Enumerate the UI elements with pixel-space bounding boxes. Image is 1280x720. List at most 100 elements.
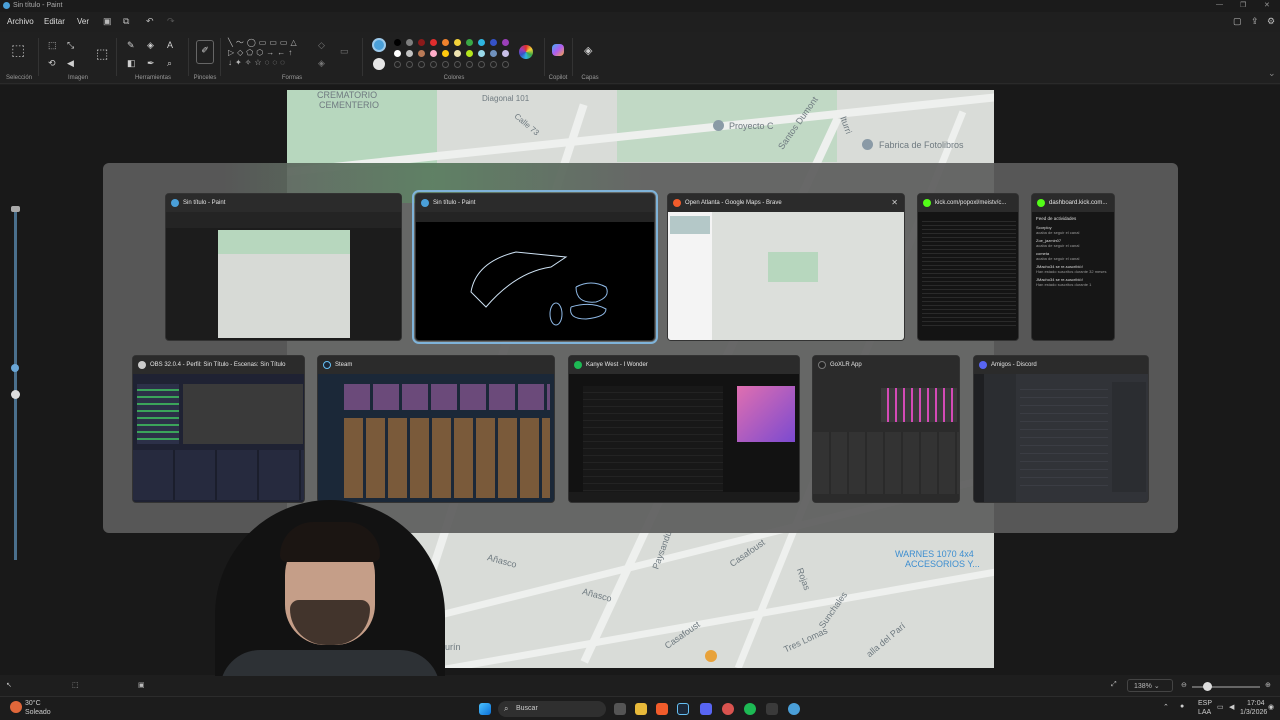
shapes-gallery[interactable]: ╲〜◯▭▭▭△ ▷◇⬠⬡→←↑ ↓✦✧☆◌◌◌ <box>228 38 312 70</box>
window-thumbnail[interactable]: Amigos - Discord <box>973 355 1149 503</box>
swatch-lime[interactable] <box>466 50 473 57</box>
primary-color-icon[interactable] <box>372 38 386 52</box>
spotify-taskbar-icon[interactable] <box>744 703 756 715</box>
ribbon-collapse-icon[interactable]: ⌄ <box>1268 68 1276 79</box>
window-thumbnail[interactable]: dashboard.kick.com... Feed de actividade… <box>1031 193 1115 341</box>
custom-swatch[interactable] <box>466 61 473 68</box>
swatch-blue[interactable] <box>490 39 497 46</box>
custom-swatch[interactable] <box>478 61 485 68</box>
window-thumbnail[interactable]: Sin título - Paint <box>165 193 402 341</box>
close-icon[interactable]: ✕ <box>1264 1 1270 9</box>
layers-icon[interactable]: ◈ <box>584 44 592 57</box>
window-thumbnail[interactable]: Kanye West - I Wonder <box>568 355 800 503</box>
window-thumbnail[interactable]: Open Atlanta - Google Maps - Brave ✕ <box>667 193 905 341</box>
weather-icon[interactable] <box>10 701 22 713</box>
swatch-cyan[interactable] <box>478 39 485 46</box>
outline-icon[interactable]: ◇ <box>318 40 325 51</box>
selection-icon[interactable]: ⬚ <box>11 41 25 59</box>
crop-icon[interactable]: ⬚ <box>48 40 57 51</box>
notifications-icon[interactable]: ◉ <box>1268 703 1274 711</box>
start-icon[interactable] <box>479 703 491 715</box>
swatch-gold[interactable] <box>442 50 449 57</box>
task-view-icon[interactable] <box>614 703 626 715</box>
steam-taskbar-icon[interactable] <box>677 703 689 715</box>
swatch-black[interactable] <box>394 39 401 46</box>
network-icon[interactable]: ▭ <box>1217 703 1224 711</box>
volume-icon[interactable]: ◀ <box>1229 703 1234 711</box>
obs-taskbar-icon[interactable] <box>722 703 734 715</box>
undo-icon[interactable]: ↶ <box>146 16 154 27</box>
swatch-white[interactable] <box>394 50 401 57</box>
custom-swatch[interactable] <box>394 61 401 68</box>
file-explorer-icon[interactable] <box>635 703 647 715</box>
place-pin-icon[interactable] <box>862 139 873 150</box>
copilot-icon[interactable] <box>552 44 564 56</box>
zoom-slider-knob[interactable] <box>1203 682 1212 691</box>
eraser-icon[interactable]: ◧ <box>127 58 136 69</box>
zoom-dropdown[interactable]: 138% ⌄ <box>1127 679 1173 692</box>
fill-icon[interactable]: ◈ <box>147 40 154 51</box>
lang-top[interactable]: ESP <box>1198 700 1212 707</box>
image-select-icon[interactable]: ⬚ <box>96 46 108 62</box>
window-thumbnail[interactable]: OBS 32.0.4 - Perfil: Sin Título - Escena… <box>132 355 305 503</box>
close-icon[interactable]: ✕ <box>891 198 898 207</box>
swatch-purple[interactable] <box>502 39 509 46</box>
lang-bottom[interactable]: LAA <box>1198 709 1211 716</box>
swatch-darkred[interactable] <box>418 39 425 46</box>
swatch-yellow[interactable] <box>454 39 461 46</box>
fit-icon[interactable]: ⤢ <box>1111 681 1117 689</box>
share-icon[interactable]: ⧉ <box>123 16 129 27</box>
slider-knob-white[interactable] <box>11 390 20 399</box>
text-icon[interactable]: A <box>167 40 173 50</box>
share-right-icon[interactable]: ⇪ <box>1251 16 1259 27</box>
fill-shape-icon[interactable]: ◈ <box>318 58 325 69</box>
swatch-cream[interactable] <box>454 50 461 57</box>
menu-file[interactable]: Archivo <box>7 17 34 26</box>
custom-swatch[interactable] <box>502 61 509 68</box>
mic-icon[interactable]: ● <box>1180 703 1184 710</box>
left-vertical-slider[interactable] <box>14 210 17 560</box>
edit-colors-icon[interactable] <box>519 45 533 59</box>
secondary-color-icon[interactable] <box>373 58 385 70</box>
brush-icon[interactable]: ✐ <box>196 40 214 64</box>
custom-swatch[interactable] <box>418 61 425 68</box>
window-thumbnail[interactable]: GoXLR App <box>812 355 960 503</box>
redo-icon[interactable]: ↷ <box>167 16 175 27</box>
magnifier-icon[interactable]: ⌕ <box>167 58 172 69</box>
rotate-icon[interactable]: ⟲ <box>48 58 56 69</box>
tray-chevron-icon[interactable]: ⌃ <box>1163 703 1169 711</box>
flip-icon[interactable]: ◀ <box>67 58 74 69</box>
custom-swatch[interactable] <box>490 61 497 68</box>
paint-taskbar-icon[interactable] <box>788 703 800 715</box>
custom-swatch[interactable] <box>454 61 461 68</box>
swatch-gray[interactable] <box>406 39 413 46</box>
custom-swatch[interactable] <box>406 61 413 68</box>
zoom-in-icon[interactable]: ⊕ <box>1265 681 1271 689</box>
pencil-icon[interactable]: ✎ <box>127 40 135 51</box>
window-thumbnail[interactable]: Steam <box>317 355 555 503</box>
custom-swatch[interactable] <box>442 61 449 68</box>
swatch-slate[interactable] <box>490 50 497 57</box>
comments-icon[interactable]: ▢ <box>1233 16 1242 27</box>
swatch-brown[interactable] <box>418 50 425 57</box>
slider-handle-top[interactable] <box>11 206 20 212</box>
brave-taskbar-icon[interactable] <box>656 703 668 715</box>
custom-swatch[interactable] <box>430 61 437 68</box>
search-box[interactable]: Buscar <box>498 701 606 717</box>
discord-taskbar-icon[interactable] <box>700 703 712 715</box>
menu-edit[interactable]: Editar <box>44 17 65 26</box>
swatch-red[interactable] <box>430 39 437 46</box>
place-pin-icon[interactable] <box>705 650 717 662</box>
place-pin-icon[interactable] <box>713 120 724 131</box>
zoom-out-icon[interactable]: ⊖ <box>1181 681 1187 689</box>
menu-view[interactable]: Ver <box>77 17 89 26</box>
window-thumbnail[interactable]: kick.com/popoxl/meistv/c... <box>917 193 1019 341</box>
swatch-orange[interactable] <box>442 39 449 46</box>
swatch-lightblue[interactable] <box>478 50 485 57</box>
resize-icon[interactable]: ⤡ <box>67 40 74 51</box>
color-picker-icon[interactable]: ✒ <box>147 58 155 69</box>
window-thumbnail-selected[interactable]: Sin título - Paint <box>412 190 658 344</box>
swatch-pink[interactable] <box>430 50 437 57</box>
clock-date[interactable]: 1/3/2026 <box>1240 709 1267 716</box>
slider-knob[interactable] <box>11 364 19 372</box>
